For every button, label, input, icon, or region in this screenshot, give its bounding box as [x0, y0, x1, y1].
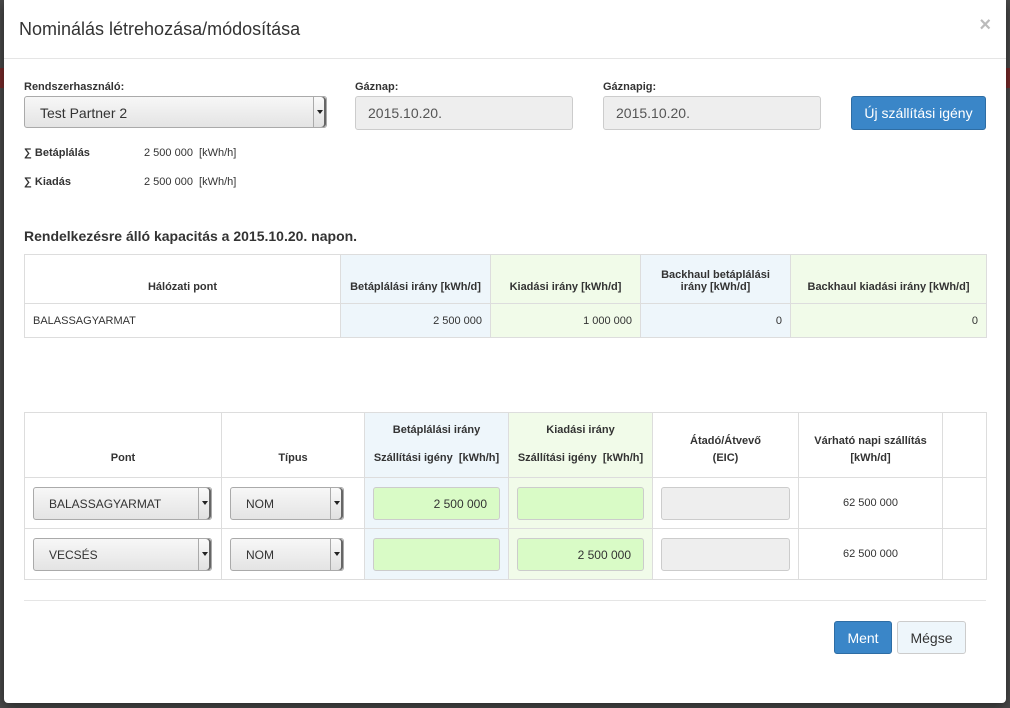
entry-sum-value: 2 500 000 [kWh/h] — [144, 147, 237, 159]
col-expected: Várható napi szállítás [kWh/d] — [798, 412, 943, 478]
table-row: BALASSAGYARMAT NOM 2 500 000 62 500 000 — [24, 477, 987, 529]
exit-sum-label: ∑ Kiadás — [24, 176, 71, 188]
col-type: Típus — [221, 412, 365, 478]
chevron-down-icon — [198, 539, 211, 570]
col-entry-direction: Betáplálási irány [kWh/d] — [340, 254, 491, 304]
col-exit-title: Kiadási irány — [546, 424, 615, 436]
col-entry-title: Betáplálási irány — [392, 424, 481, 436]
nomination-table: Pont Típus Betáplálási irány Szállítási … — [24, 412, 987, 580]
new-transport-request-button[interactable]: Új szállítási igény — [851, 96, 986, 130]
partner-select[interactable]: Test Partner 2 — [24, 96, 327, 128]
col-entry-subtitle: Szállítási igény [kWh/h] — [373, 452, 500, 464]
cell-backhaul-exit: 0 — [790, 303, 987, 338]
chevron-down-icon — [313, 97, 326, 127]
col-eic-subtitle: (EIC) — [712, 452, 739, 464]
type-select-value: NOM — [246, 548, 274, 562]
capacity-section-title: Rendelkezésre álló kapacitás a 2015.10.2… — [24, 228, 358, 244]
eic-input[interactable] — [661, 538, 790, 571]
row-actions-cell — [942, 528, 987, 580]
type-select[interactable]: NOM — [230, 487, 344, 520]
col-eic-title: Átadó/Átvevő — [690, 435, 761, 447]
capacity-table: Hálózati pont Betáplálási irány [kWh/d] … — [24, 254, 987, 338]
col-expected-subtitle: [kWh/d] — [850, 452, 891, 464]
col-backhaul-exit: Backhaul kiadási irány [kWh/d] — [790, 254, 987, 304]
type-select-value: NOM — [246, 497, 274, 511]
entry-sum-label: ∑ Betáplálás — [24, 147, 90, 159]
gas-day-from-input[interactable]: 2015.10.20. — [355, 96, 573, 130]
expected-daily-value: 62 500 000 — [798, 528, 943, 580]
col-expected-title: Várható napi szállítás — [814, 435, 927, 447]
exit-sum-value: 2 500 000 [kWh/h] — [144, 176, 237, 188]
cell-network-point: BALASSAGYARMAT — [24, 303, 341, 338]
row-actions-cell — [942, 477, 987, 529]
save-button[interactable]: Ment — [834, 621, 892, 654]
col-point: Pont — [24, 412, 222, 478]
entry-amount-input[interactable] — [373, 538, 500, 571]
table-row: BALASSAGYARMAT 2 500 000 1 000 000 0 0 — [24, 303, 987, 338]
nomination-header-row: Pont Típus Betáplálási irány Szállítási … — [24, 412, 987, 478]
exit-amount-input[interactable] — [517, 487, 644, 520]
point-select[interactable]: VECSÉS — [33, 538, 212, 571]
type-select[interactable]: NOM — [230, 538, 344, 571]
expected-daily-value: 62 500 000 — [798, 477, 943, 529]
point-select-value: VECSÉS — [49, 548, 98, 562]
cell-entry-capacity: 2 500 000 — [340, 303, 491, 338]
gas-day-to-input[interactable]: 2015.10.20. — [603, 96, 821, 130]
nomination-modal: Nominálás létrehozása/módosítása × Rends… — [4, 0, 1006, 703]
partner-label: Rendszerhasználó: — [24, 81, 125, 93]
partner-select-value: Test Partner 2 — [40, 105, 128, 121]
footer-divider — [24, 600, 986, 601]
col-network-point: Hálózati pont — [24, 254, 341, 304]
exit-amount-input[interactable]: 2 500 000 — [517, 538, 644, 571]
chevron-down-icon — [330, 488, 343, 519]
col-eic: Átadó/Átvevő (EIC) — [652, 412, 799, 478]
close-icon[interactable]: × — [979, 14, 991, 37]
point-select-value: BALASSAGYARMAT — [49, 497, 162, 511]
col-exit-direction: Kiadási irány [kWh/d] — [490, 254, 641, 304]
modal-header: Nominálás létrehozása/módosítása × — [4, 0, 1006, 59]
modal-title: Nominálás létrehozása/módosítása — [19, 19, 301, 39]
table-row: VECSÉS NOM 2 500 000 62 500 000 — [24, 528, 987, 580]
entry-amount-input[interactable]: 2 500 000 — [373, 487, 500, 520]
col-actions — [942, 412, 987, 478]
gas-day-from-label: Gáznap: — [355, 81, 399, 93]
col-exit-subtitle: Szállítási igény [kWh/h] — [517, 452, 644, 464]
col-entry: Betáplálási irány Szállítási igény [kWh/… — [364, 412, 509, 478]
cell-exit-capacity: 1 000 000 — [490, 303, 641, 338]
gas-day-to-label: Gáznapig: — [603, 81, 657, 93]
cancel-button[interactable]: Mégse — [897, 621, 966, 654]
eic-input[interactable] — [661, 487, 790, 520]
capacity-header-row: Hálózati pont Betáplálási irány [kWh/d] … — [24, 254, 987, 304]
chevron-down-icon — [330, 539, 343, 570]
col-backhaul-entry: Backhaul betáplálási irány [kWh/d] — [640, 254, 791, 304]
chevron-down-icon — [198, 488, 211, 519]
cell-backhaul-entry: 0 — [640, 303, 791, 338]
col-exit: Kiadási irány Szállítási igény [kWh/h] — [508, 412, 653, 478]
point-select[interactable]: BALASSAGYARMAT — [33, 487, 212, 520]
